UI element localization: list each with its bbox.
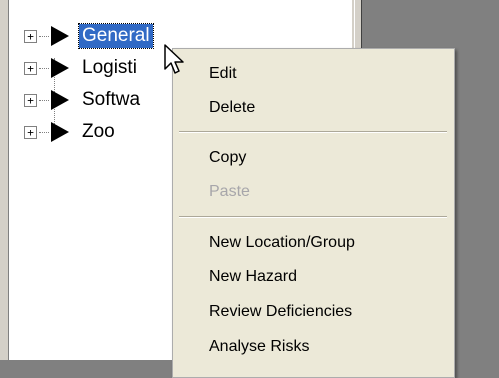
expand-icon[interactable]: + <box>24 125 37 139</box>
play-triangle-icon <box>51 90 69 110</box>
play-triangle-icon <box>51 122 69 142</box>
expand-icon[interactable]: + <box>24 93 37 107</box>
context-menu: Edit Delete Copy Paste New Location/Grou… <box>172 48 455 378</box>
tree-node-label[interactable]: Softwa <box>79 88 143 112</box>
menu-item-delete[interactable]: Delete <box>209 99 255 117</box>
tree-connector <box>39 67 49 69</box>
tree-node-label[interactable]: General <box>78 23 154 49</box>
menu-item-edit[interactable]: Edit <box>209 65 237 83</box>
tree-node-label[interactable]: Logisti <box>79 56 140 80</box>
play-triangle-icon <box>51 58 69 78</box>
menu-separator <box>179 216 447 218</box>
play-triangle-icon <box>51 26 69 46</box>
tree-connector <box>39 35 49 37</box>
tree-node-general[interactable]: + General <box>24 20 154 52</box>
tree-node-logistics[interactable]: + Logisti <box>24 52 153 84</box>
expand-icon[interactable]: + <box>24 61 37 75</box>
menu-item-analyse-risks[interactable]: Analyse Risks <box>209 338 309 356</box>
tree-connector <box>39 131 49 133</box>
tree-node-label[interactable]: Zoo <box>79 120 118 144</box>
menu-item-new-location-group[interactable]: New Location/Group <box>209 234 355 252</box>
menu-item-paste[interactable]: Paste <box>209 183 250 201</box>
menu-item-review-deficiencies[interactable]: Review Deficiencies <box>209 303 352 321</box>
menu-separator <box>179 131 447 133</box>
tree-view: + General + Logisti + Softwa + Zoo <box>24 20 154 148</box>
tree-node-software[interactable]: + Softwa <box>24 84 153 116</box>
tree-node-zoo[interactable]: + Zoo <box>24 116 153 148</box>
menu-item-copy[interactable]: Copy <box>209 149 246 167</box>
menu-item-new-hazard[interactable]: New Hazard <box>209 268 297 286</box>
tree-connector <box>39 99 49 101</box>
expand-icon[interactable]: + <box>24 29 37 43</box>
mouse-pointer-icon <box>164 44 184 74</box>
